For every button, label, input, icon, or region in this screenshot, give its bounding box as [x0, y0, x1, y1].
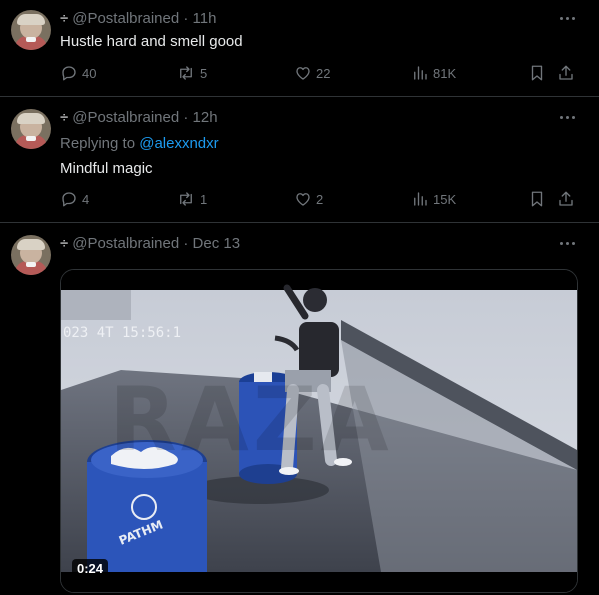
tweet-header: ÷ @Postalbrained · Dec 13 — [60, 235, 240, 252]
view-count: 15K — [433, 191, 457, 207]
replying-to: Replying to @alexxndxr — [60, 135, 219, 152]
reply-button[interactable]: 4 — [60, 189, 89, 209]
tweet-header: ÷ @Postalbrained · 11h — [60, 10, 216, 27]
reply-count: 40 — [82, 65, 97, 81]
video-timestamp-overlay: 023 4T 15:56:1 — [63, 325, 181, 341]
bookmark-icon — [531, 65, 543, 81]
more-icon[interactable] — [556, 12, 578, 24]
video-player[interactable]: 023 4T 15:56:1 PATHM RAZA 0:24 — [60, 269, 578, 593]
views-button[interactable]: 81K — [411, 63, 456, 83]
like-button[interactable]: 22 — [294, 63, 330, 83]
author-handle[interactable]: @Postalbrained — [72, 235, 179, 252]
video-watermark: RAZA — [109, 368, 393, 471]
repost-icon — [180, 192, 192, 206]
reply-count: 4 — [82, 191, 90, 207]
avatar[interactable] — [11, 10, 51, 50]
tweet-time[interactable]: · 12h — [183, 109, 217, 126]
repost-count: 1 — [200, 191, 208, 207]
tweet-2[interactable]: ÷ @Postalbrained · 12h Replying to @alexx… — [0, 97, 599, 222]
author-handle[interactable]: @Postalbrained — [72, 10, 179, 27]
bookmark-button[interactable] — [528, 63, 546, 83]
like-count: 22 — [316, 65, 331, 81]
reply-icon — [62, 66, 76, 81]
handle-prefix: ÷ — [60, 235, 69, 252]
avatar[interactable] — [11, 235, 51, 275]
view-count: 81K — [433, 65, 457, 81]
tweet-1[interactable]: ÷ @Postalbrained · 11h Hustle hard and sm… — [0, 0, 599, 96]
tweet-time[interactable]: · 11h — [183, 10, 216, 27]
repost-icon — [180, 66, 192, 80]
like-count: 2 — [316, 191, 324, 207]
share-icon — [559, 191, 573, 206]
avatar[interactable] — [11, 109, 51, 149]
tweet-text: Hustle hard and smell good — [60, 33, 243, 50]
reply-button[interactable]: 40 — [60, 63, 96, 83]
handle-prefix: ÷ — [60, 10, 69, 27]
video-duration-badge: 0:24 — [72, 559, 109, 578]
more-icon[interactable] — [556, 111, 578, 123]
handle-prefix: ÷ — [60, 109, 69, 126]
tweet-time[interactable]: · Dec 13 — [183, 235, 240, 252]
tweet-text: Mindful magic — [60, 160, 153, 177]
views-icon — [414, 66, 427, 80]
video-frame: 023 4T 15:56:1 PATHM RAZA — [61, 270, 577, 592]
share-button[interactable] — [557, 189, 575, 209]
reply-icon — [62, 192, 76, 207]
bookmark-icon — [531, 191, 543, 207]
author-handle[interactable]: @Postalbrained — [72, 109, 179, 126]
like-icon — [296, 67, 310, 80]
like-icon — [296, 193, 310, 206]
replying-handle-link[interactable]: @alexxndxr — [139, 135, 218, 152]
like-button[interactable]: 2 — [294, 189, 323, 209]
views-icon — [414, 192, 427, 206]
repost-count: 5 — [200, 65, 208, 81]
repost-button[interactable]: 1 — [176, 189, 207, 209]
more-icon[interactable] — [556, 237, 578, 249]
tweet-header: ÷ @Postalbrained · 12h — [60, 109, 218, 126]
bookmark-button[interactable] — [528, 189, 546, 209]
repost-button[interactable]: 5 — [176, 63, 207, 83]
share-icon — [559, 65, 573, 80]
views-button[interactable]: 15K — [411, 189, 456, 209]
replying-label: Replying to — [60, 135, 136, 152]
share-button[interactable] — [557, 63, 575, 83]
